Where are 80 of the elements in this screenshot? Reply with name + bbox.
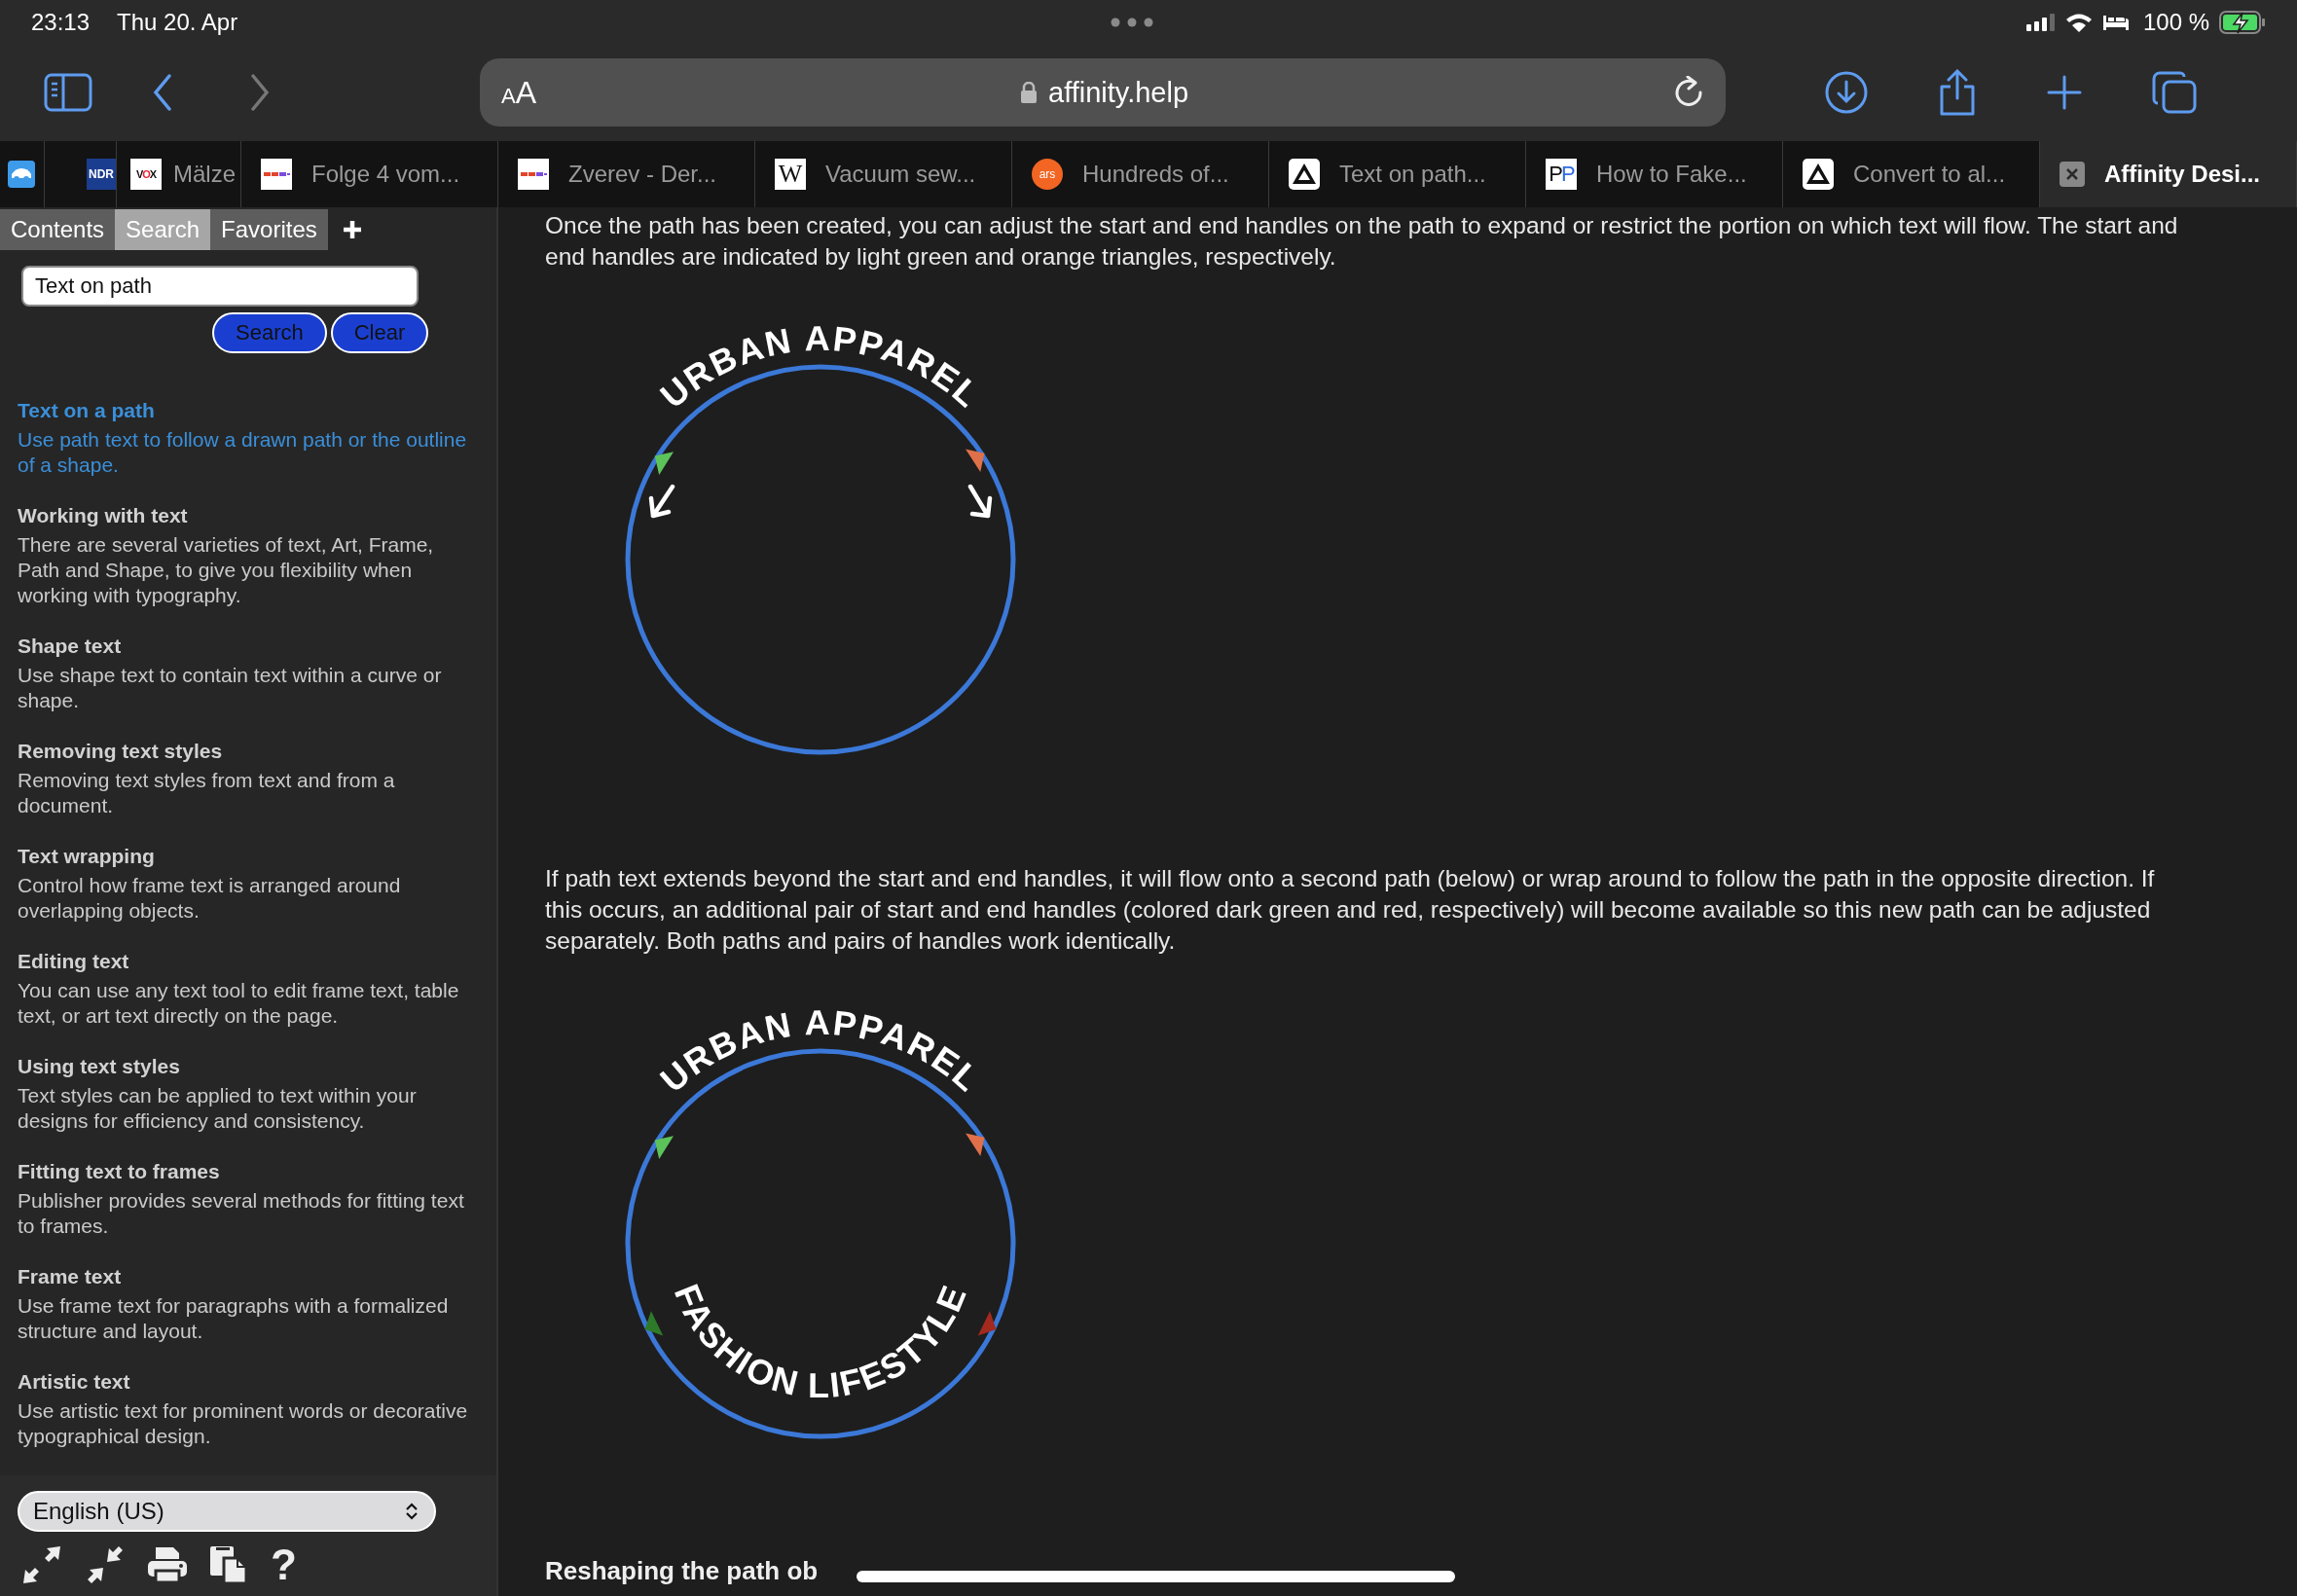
add-tab-icon[interactable] [2047, 75, 2082, 110]
wikipedia-favicon: W [775, 159, 806, 190]
arrow [648, 484, 675, 519]
bed-icon [2101, 13, 2130, 31]
result-title-link[interactable]: Fitting text to frames [18, 1159, 479, 1184]
close-icon[interactable] [2060, 162, 2085, 187]
triangle-favicon-icon [1803, 159, 1834, 190]
ars-favicon: ars [1032, 159, 1063, 190]
result-title-link[interactable]: Editing text [18, 949, 479, 974]
expand-icon[interactable] [23, 1546, 62, 1583]
browser-tab[interactable]: W Vacuum sew... [755, 141, 1012, 207]
add-icon[interactable] [341, 219, 363, 240]
lock-icon [1021, 82, 1037, 103]
text-size-button[interactable]: AA [501, 74, 537, 111]
back-icon[interactable] [153, 74, 172, 111]
signal-icon [2025, 13, 2056, 31]
sidebar-icon[interactable] [44, 73, 92, 112]
result-title-link[interactable]: Shape text [18, 634, 479, 659]
battery-percentage: 100 % [2142, 8, 2209, 36]
body-paragraph: Once the path has been created, you can adjust the start and end handles on the path to expand or restrict the portion on which text will flow. The start and end handles are indicated by light green and orange triangles, respectively. [545, 211, 2179, 272]
share-icon[interactable] [1938, 69, 1977, 116]
result-description: Text styles can be applied to text within your designs for efficiency and consistency. [18, 1083, 418, 1134]
end-handle-icon[interactable] [966, 1133, 985, 1156]
collapse-icon[interactable] [86, 1546, 125, 1583]
address-bar[interactable]: AA affinity.help [480, 58, 1726, 127]
result-description: Use artistic text for prominent words or decorative typographical design. [18, 1398, 469, 1449]
arrow [967, 484, 993, 519]
pp-favicon: PP [1546, 159, 1577, 190]
sidebar-tab[interactable]: Favorites [210, 209, 328, 250]
status-date: Thu 20. Apr [117, 8, 238, 36]
section-heading: Reshaping the path ob [545, 1555, 819, 1586]
start-handle-icon[interactable] [644, 1311, 664, 1336]
browser-tab[interactable]: PP How to Fake... [1526, 141, 1783, 207]
ndr-favicon: NDR [87, 159, 116, 190]
result-description: Use shape text to contain text within a curve or shape. [18, 663, 443, 713]
wifi-icon [2064, 12, 2093, 32]
result-description: There are several varieties of text, Art, Frame, Path and Shape, to give you flexibility when working with typography. [18, 532, 435, 608]
tabs-overview-icon[interactable] [2152, 71, 2197, 114]
start-handle-icon[interactable] [654, 452, 674, 475]
triangle-favicon-icon [1289, 159, 1320, 190]
url-text: affinity.help [1048, 76, 1189, 109]
car-favicon-icon [8, 161, 35, 188]
stripes-favicon-icon [261, 159, 292, 190]
browser-tab[interactable]: Text on path... [1269, 141, 1526, 207]
browser-tab[interactable]: ars Hundreds of... [1012, 141, 1269, 207]
result-title-link[interactable]: Text wrapping [18, 844, 479, 869]
more-dots-icon[interactable] [1111, 17, 1154, 27]
result-description: Use frame text for paragraphs with a formalized structure and layout. [18, 1293, 450, 1344]
browser-tab[interactable]: Convert to al... [1783, 141, 2040, 207]
start-handle-icon[interactable] [654, 1136, 674, 1159]
print-icon[interactable] [148, 1546, 187, 1583]
browser-tab[interactable]: Zverev - Der... [498, 141, 755, 207]
copy-icon[interactable] [210, 1546, 247, 1583]
end-handle-icon[interactable] [966, 449, 985, 472]
result-description: Publisher provides several methods for fitting text to frames. [18, 1188, 465, 1239]
stripes-favicon-icon [518, 159, 549, 190]
result-description: Control how frame text is arranged around overlapping objects. [18, 873, 402, 924]
vox-favicon: VOX [130, 159, 162, 190]
result-title-link[interactable]: Removing text styles [18, 739, 479, 764]
end-handle-icon[interactable] [977, 1311, 997, 1336]
reload-icon[interactable] [1673, 76, 1704, 109]
result-title-link[interactable]: Artistic text [18, 1369, 479, 1395]
result-title-link[interactable]: Frame text [18, 1264, 479, 1289]
language-select[interactable]: English (US) [18, 1491, 436, 1532]
result-title-link[interactable]: Using text styles [18, 1054, 479, 1079]
search-field[interactable]: Text on path [21, 266, 419, 307]
result-title-link[interactable]: Text on a path [18, 398, 479, 423]
result-description: Removing text styles from text and from a document. [18, 768, 396, 818]
result-title-link[interactable]: Working with text [18, 503, 479, 528]
browser-tab[interactable]: Affinity Desi... [2040, 141, 2297, 207]
forward-icon[interactable] [250, 74, 270, 111]
download-icon[interactable] [1825, 71, 1868, 114]
help-button[interactable]: ? [271, 1545, 297, 1584]
result-description: Use path text to follow a drawn path or the outline of a shape. [18, 427, 468, 478]
result-description: You can use any text tool to edit frame text, table text, or art text directly on the page. [18, 978, 460, 1029]
status-time: 23:13 [31, 8, 91, 36]
sidebar-tab[interactable]: Contents [0, 209, 116, 250]
chevron-updown-icon [405, 1502, 419, 1521]
browser-tab[interactable]: NDR [45, 141, 117, 207]
body-paragraph: If path text extends beyond the start and end handles, it will flow onto a second path (below) or wrap around to follow the path in the opposite direction. If this occurs, an additional pair of start and end handles (colored dark green and red, respectively) will become available so this new path can be adjusted separately. Both paths and pairs of handles work identically. [545, 864, 2156, 956]
